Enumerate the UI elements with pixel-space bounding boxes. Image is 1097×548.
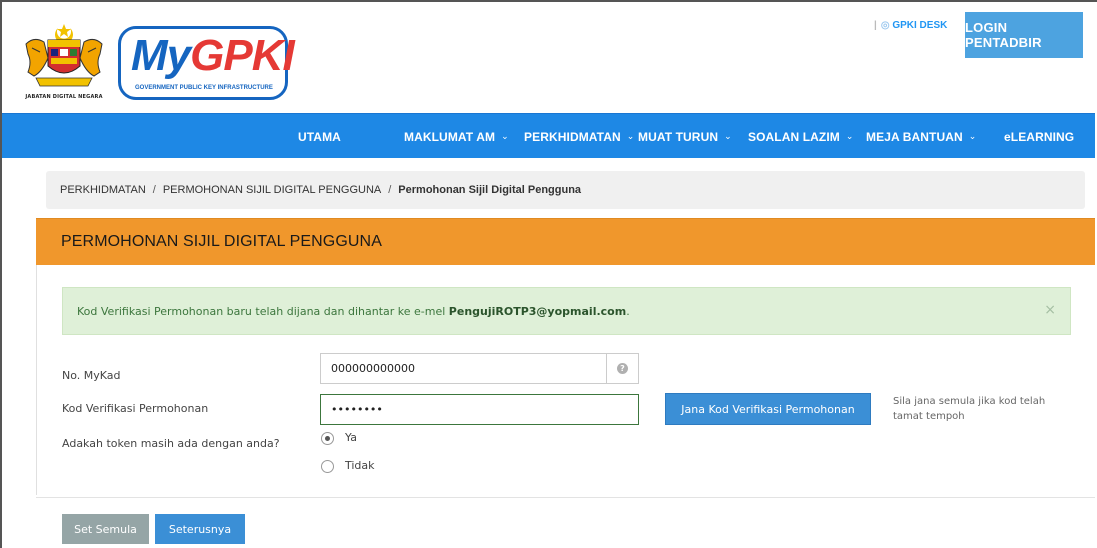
separator: | — [874, 20, 877, 31]
panel-header: PERMOHONAN SIJIL DIGITAL PENGGUNA — [36, 218, 1095, 265]
breadcrumb-separator: / — [152, 184, 156, 196]
chevron-down-icon: ⌄ — [501, 131, 509, 141]
next-button[interactable]: Seterusnya — [155, 514, 245, 544]
nav-item-perkhidmatan[interactable]: PERKHIDMATAN ⌄ — [524, 114, 634, 159]
breadcrumb-separator: / — [388, 184, 392, 196]
breadcrumb-item[interactable]: PERMOHONAN SIJIL DIGITAL PENGGUNA — [163, 184, 381, 196]
token-question-label: Adakah token masih ada dengan anda? — [62, 437, 280, 450]
chevron-down-icon: ⌄ — [724, 131, 732, 141]
generate-hint: Sila jana semula jika kod telah tamat te… — [893, 396, 1046, 422]
site-header: JABATAN DIGITAL NEGARA MyGPKI GOVERNMENT… — [2, 2, 1095, 113]
radio-selected-dot — [325, 436, 330, 441]
success-alert: Kod Verifikasi Permohonan baru telah dij… — [62, 287, 1071, 335]
nav-item-utama[interactable]: UTAMA — [298, 114, 341, 159]
globe-icon: ◎ — [880, 20, 893, 31]
gpki-desk-link[interactable]: | ◎ GPKI DESK — [874, 20, 947, 31]
token-yes-radio[interactable] — [321, 432, 334, 445]
nav-label: MAKLUMAT AM — [404, 129, 496, 144]
main-nav: UTAMA MAKLUMAT AM ⌄ PERKHIDMATAN ⌄ MUAT TU… — [2, 113, 1095, 158]
breadcrumb-item[interactable]: PERKHIDMATAN — [60, 184, 146, 196]
nav-label: eLEARNING — [1004, 129, 1075, 144]
page-title: PERMOHONAN SIJIL DIGITAL PENGGUNA — [61, 233, 382, 250]
coat-of-arms-logo: JABATAN DIGITAL NEGARA — [20, 22, 108, 102]
token-yes-label[interactable]: Ya — [345, 431, 357, 444]
breadcrumb: PERKHIDMATAN / PERMOHONAN SIJIL DIGITAL … — [46, 171, 1085, 209]
token-no-radio[interactable] — [321, 460, 334, 473]
mygpki-logo[interactable]: MyGPKI GOVERNMENT PUBLIC KEY INFRASTRUCT… — [118, 26, 295, 100]
nav-label: UTAMA — [298, 129, 341, 144]
alert-email: PengujiROTP3@yopmail.com — [448, 304, 627, 318]
nav-item-elearning[interactable]: eLEARNING — [1004, 114, 1074, 159]
agency-caption: JABATAN DIGITAL NEGARA — [25, 94, 103, 100]
question-icon: ? — [617, 363, 628, 374]
token-no-label[interactable]: Tidak — [345, 459, 375, 472]
logo-gpki: GPKI — [190, 31, 295, 80]
divider — [36, 497, 1095, 498]
alert-message: Kod Verifikasi Permohonan baru telah dij… — [77, 304, 446, 318]
logo-wordmark: MyGPKI — [131, 31, 295, 81]
close-icon[interactable]: × — [1044, 302, 1056, 318]
verification-code-label: Kod Verifikasi Permohonan — [62, 402, 209, 415]
nav-label: MUAT TURUN — [638, 129, 719, 144]
login-admin-button[interactable]: LOGIN PENTADBIR — [965, 12, 1083, 58]
alert-suffix: . — [626, 304, 630, 318]
gpki-desk-label: GPKI DESK — [892, 20, 948, 31]
logo-subtitle: GOVERNMENT PUBLIC KEY INFRASTRUCTURE — [135, 85, 273, 91]
nav-item-meja-bantuan[interactable]: MEJA BANTUAN ⌄ — [866, 114, 976, 159]
mykad-label: No. MyKad — [62, 369, 121, 382]
nav-label: PERKHIDMATAN — [524, 129, 621, 144]
logo-my: My — [131, 31, 191, 80]
generate-code-button[interactable]: Jana Kod Verifikasi Permohonan — [665, 393, 871, 425]
nav-item-soalan-lazim[interactable]: SOALAN LAZIM ⌄ — [748, 114, 854, 159]
help-addon[interactable]: ? — [607, 353, 639, 384]
nav-label: MEJA BANTUAN — [866, 129, 963, 144]
chevron-down-icon: ⌄ — [845, 131, 854, 141]
nav-item-maklumat-am[interactable]: MAKLUMAT AM ⌄ — [404, 114, 509, 159]
nav-item-muat-turun[interactable]: MUAT TURUN ⌄ — [638, 114, 732, 159]
breadcrumb-current: Permohonan Sijil Digital Pengguna — [398, 184, 582, 196]
chevron-down-icon: ⌄ — [968, 131, 977, 141]
chevron-down-icon: ⌄ — [626, 131, 635, 141]
nav-label: SOALAN LAZIM — [748, 129, 840, 144]
reset-button[interactable]: Set Semula — [62, 514, 149, 544]
mykad-input[interactable]: 000000000000 — [320, 353, 607, 384]
verification-code-input[interactable]: •••••••• — [320, 394, 639, 425]
